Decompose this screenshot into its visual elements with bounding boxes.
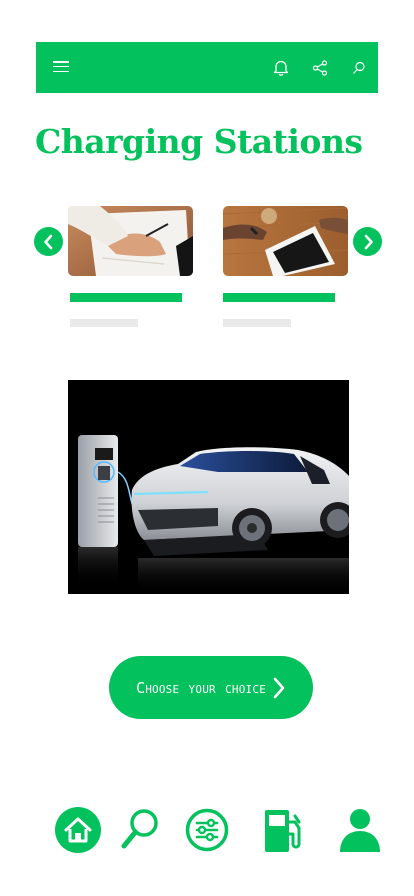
share-icon[interactable] (300, 42, 339, 93)
fuel-pump-icon (265, 810, 301, 852)
card-subtitle-placeholder (70, 319, 138, 327)
search-icon (121, 809, 158, 849)
nav-filters[interactable] (183, 800, 231, 860)
top-bar-actions (261, 42, 378, 93)
chevron-right-icon (364, 234, 373, 249)
bell-icon[interactable] (261, 42, 300, 93)
hands-using-tablet-photo (223, 206, 348, 276)
top-app-bar (36, 42, 378, 93)
chevron-right-icon (273, 677, 285, 698)
electric-car-at-charging-station-photo (68, 380, 349, 594)
filter-sliders-icon (185, 808, 229, 852)
home-icon (55, 807, 101, 853)
search-icon[interactable] (339, 42, 378, 93)
bottom-navigation (0, 800, 414, 860)
carousel-card[interactable] (68, 206, 193, 327)
card-title-placeholder (70, 293, 182, 302)
cta-label: Choose your choice (135, 678, 267, 697)
carousel-prev-button[interactable] (34, 227, 63, 256)
hand-writing-on-paper-photo (68, 206, 193, 276)
card-subtitle-placeholder (223, 319, 291, 327)
page-title: Charging Stations (35, 122, 363, 161)
carousel-next-button[interactable] (353, 227, 382, 256)
nav-search[interactable] (117, 800, 161, 860)
nav-profile[interactable] (336, 800, 384, 860)
chevron-left-icon (43, 234, 52, 249)
nav-home[interactable] (53, 800, 103, 860)
nav-stations[interactable] (259, 800, 307, 860)
carousel-card[interactable] (223, 206, 348, 327)
user-icon (340, 809, 380, 852)
card-title-placeholder (223, 293, 335, 302)
menu-icon[interactable] (53, 61, 69, 73)
choose-your-choice-button[interactable]: Choose your choice (109, 656, 313, 719)
